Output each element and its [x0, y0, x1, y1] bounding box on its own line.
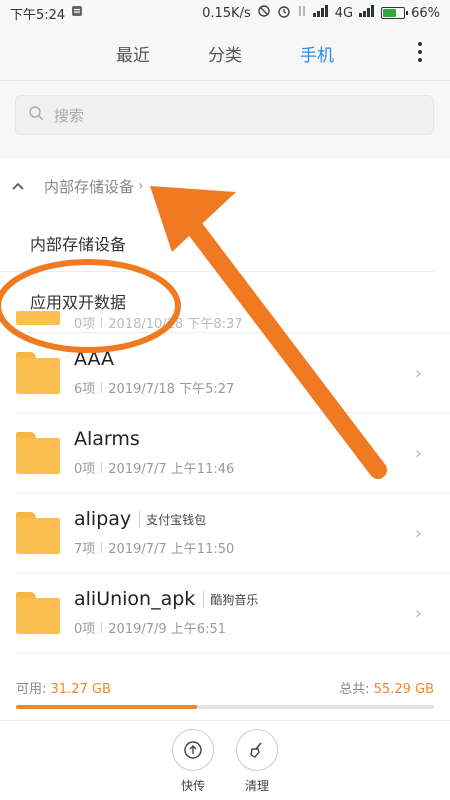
chevron-right-icon: › [414, 603, 422, 624]
folder-icon [16, 591, 60, 634]
storage-bar-used [16, 705, 198, 709]
folder-icon [16, 431, 60, 474]
item-date: 2019/7/9 上午6:51 [108, 622, 226, 637]
alarm-icon [277, 4, 291, 22]
status-bar: 下午5:24 0.15K/s 4G 66% [0, 0, 450, 26]
item-count: 6项 [74, 382, 96, 397]
clean-label: 清理 [244, 779, 269, 793]
tab-category[interactable]: 分类 [208, 41, 242, 66]
item-date: 2019/7/18 下午5:27 [108, 382, 235, 397]
search-placeholder: 搜索 [54, 106, 85, 125]
total-storage: 总共: 55.29 GB [339, 682, 434, 697]
folder-icon [16, 511, 60, 554]
item-name: AAA [74, 348, 115, 370]
search-section: 搜索 [0, 80, 450, 146]
network-type: 4G [334, 5, 354, 21]
list-item[interactable]: aliUnion_apk 酷狗音乐 0项 2019/7/9 上午6:51 › [16, 573, 450, 653]
breadcrumb[interactable]: 内部存储设备 › [0, 158, 450, 214]
upload-icon [172, 729, 214, 771]
item-count: 0项 [74, 462, 96, 477]
signal-icon [312, 5, 329, 21]
chevron-right-icon: › [414, 443, 422, 464]
storage-summary: 可用: 31.27 GB 总共: 55.29 GB [0, 660, 450, 720]
chevron-right-icon: › [414, 363, 422, 384]
available-storage: 可用: 31.27 GB [16, 682, 111, 697]
data-transfer-icon [297, 4, 307, 22]
item-date: 2019/7/7 上午11:46 [108, 462, 235, 477]
broom-icon [236, 729, 278, 771]
item-name: alipay [74, 508, 132, 530]
net-speed: 0.15K/s [202, 5, 251, 21]
list-item[interactable]: 0项 2018/10/18 下午8:37 [16, 310, 450, 333]
storage-bar [16, 705, 434, 709]
quick-transfer-label: 快传 [180, 779, 205, 793]
search-input[interactable]: 搜索 [15, 95, 434, 135]
collapse-icon[interactable] [12, 177, 24, 195]
chevron-right-icon: › [414, 523, 422, 544]
file-panel: 内部存储设备 › 内部存储设备 应用双开数据 0项 2018/10/18 下午8… [0, 158, 450, 660]
battery-icon [381, 7, 409, 19]
sync-icon [257, 4, 271, 22]
bottom-actions: 快传 清理 [0, 720, 450, 800]
tab-bar: 最近 分类 手机 [0, 26, 450, 80]
list-item[interactable]: alipay 支付宝钱包 7项 2019/7/7 上午11:50 › [16, 493, 450, 573]
list-item[interactable]: AAA 6项 2019/7/18 下午5:27 › [16, 333, 450, 413]
more-icon[interactable] [418, 42, 422, 62]
clean-button[interactable]: 清理 [236, 721, 278, 800]
file-list: 0项 2018/10/18 下午8:37 AAA 6项 2019/7/18 下午5… [0, 310, 450, 653]
tab-recent[interactable]: 最近 [116, 41, 150, 66]
item-name: aliUnion_apk [74, 588, 196, 610]
item-date: 2018/10/18 下午8:37 [108, 317, 243, 332]
item-tag: 酷狗音乐 [203, 590, 258, 608]
tab-phone[interactable]: 手机 [300, 41, 334, 66]
item-count: 0项 [74, 317, 96, 332]
list-item[interactable]: Alarms 0项 2019/7/7 上午11:46 › [16, 413, 450, 493]
quick-transfer-button[interactable]: 快传 [172, 721, 214, 800]
item-date: 2019/7/7 上午11:50 [108, 542, 235, 557]
item-count: 0项 [74, 622, 96, 637]
status-time: 下午5:24 [10, 7, 66, 23]
search-icon [28, 105, 44, 125]
breadcrumb-label[interactable]: 内部存储设备 [44, 176, 134, 197]
chevron-right-icon: › [138, 178, 144, 194]
signal-icon-2 [359, 5, 375, 21]
folder-icon [16, 351, 60, 394]
notification-icon [71, 5, 83, 21]
battery-percent: 66% [411, 5, 440, 21]
item-name: Alarms [74, 428, 140, 450]
folder-icon [16, 310, 60, 329]
dropdown-item-internal-storage[interactable]: 内部存储设备 [0, 214, 434, 272]
item-tag: 支付宝钱包 [139, 510, 206, 528]
item-count: 7项 [74, 542, 96, 557]
